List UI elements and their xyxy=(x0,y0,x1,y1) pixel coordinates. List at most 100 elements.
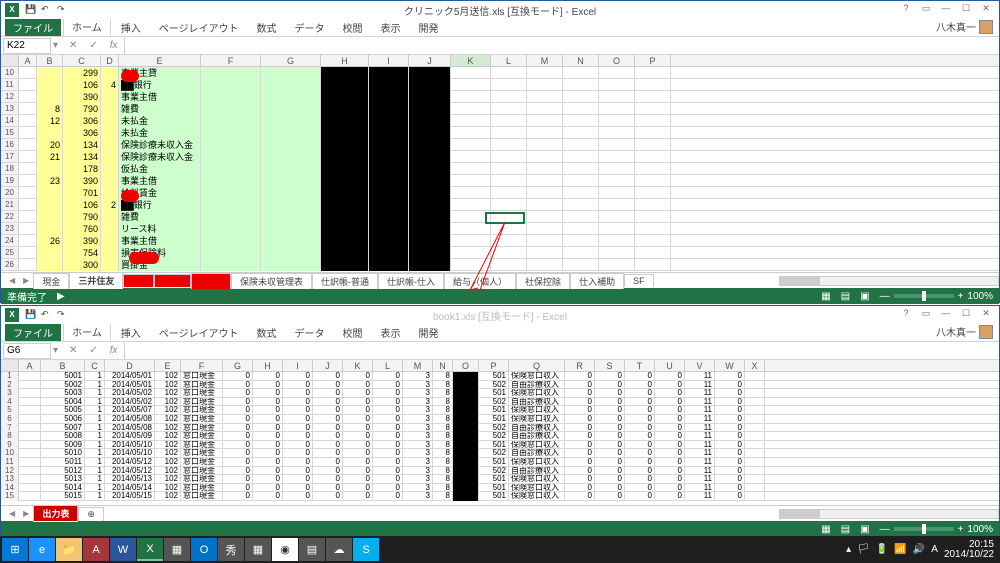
taskbar-explorer-icon[interactable]: 📁 xyxy=(56,538,82,561)
cell[interactable]: 2014/05/08 xyxy=(105,424,155,433)
cell[interactable]: 754 xyxy=(63,247,101,259)
cell[interactable] xyxy=(563,91,599,103)
cell[interactable]: 0 xyxy=(595,492,625,501)
cell[interactable] xyxy=(369,103,409,115)
cell[interactable]: 0 xyxy=(715,381,745,390)
cell[interactable]: 0 xyxy=(373,484,403,493)
cell[interactable] xyxy=(409,187,451,199)
cell[interactable] xyxy=(451,151,491,163)
cell[interactable]: 0 xyxy=(453,484,479,493)
maximize-icon[interactable]: ☐ xyxy=(957,308,975,322)
cell[interactable] xyxy=(635,187,671,199)
cell[interactable]: 306 xyxy=(63,115,101,127)
cell[interactable] xyxy=(563,223,599,235)
cell[interactable]: 自由診療収入 xyxy=(509,424,565,433)
cell[interactable]: 0 xyxy=(595,432,625,441)
cell[interactable] xyxy=(369,199,409,211)
cell[interactable]: 0 xyxy=(715,458,745,467)
cell[interactable] xyxy=(19,67,37,79)
cell[interactable] xyxy=(451,199,491,211)
cell[interactable]: 0 xyxy=(655,372,685,381)
cell[interactable] xyxy=(19,467,41,476)
taskbar-app-icon[interactable]: ▦ xyxy=(245,538,271,561)
cell[interactable] xyxy=(261,151,321,163)
cell[interactable] xyxy=(201,259,261,271)
cell[interactable] xyxy=(369,211,409,223)
cell[interactable] xyxy=(37,211,63,223)
cell[interactable]: 0 xyxy=(625,406,655,415)
cell[interactable]: 8 xyxy=(37,103,63,115)
cell[interactable]: 8 xyxy=(433,432,453,441)
cell[interactable] xyxy=(451,247,491,259)
cell[interactable]: 102 xyxy=(155,424,181,433)
cell[interactable] xyxy=(451,259,491,271)
cell[interactable] xyxy=(101,247,119,259)
col-header-O[interactable]: O xyxy=(453,360,479,371)
cell[interactable] xyxy=(527,259,563,271)
cell[interactable]: 0 xyxy=(655,449,685,458)
cell[interactable] xyxy=(635,247,671,259)
col-header-I[interactable]: I xyxy=(283,360,313,371)
cell[interactable]: 102 xyxy=(155,467,181,476)
taskbar-app-icon[interactable]: ▤ xyxy=(299,538,325,561)
cell[interactable] xyxy=(101,127,119,139)
cell[interactable]: 0 xyxy=(715,441,745,450)
cell[interactable] xyxy=(321,91,369,103)
cell[interactable] xyxy=(19,389,41,398)
cell[interactable]: 0 xyxy=(625,484,655,493)
cell[interactable] xyxy=(101,67,119,79)
cell[interactable]: 0 xyxy=(373,406,403,415)
row-header[interactable]: 13 xyxy=(1,103,19,114)
cell[interactable] xyxy=(491,103,527,115)
clock[interactable]: 20:152014/10/22 xyxy=(944,540,994,560)
cell[interactable]: 1 xyxy=(85,484,105,493)
cell[interactable]: 106 xyxy=(63,199,101,211)
cell[interactable]: 0 xyxy=(313,415,343,424)
cell[interactable] xyxy=(451,223,491,235)
col-header-N[interactable]: N xyxy=(433,360,453,371)
cell[interactable]: 保険窓口収入 xyxy=(509,484,565,493)
cell[interactable]: 0 xyxy=(343,415,373,424)
taskbar-app-icon[interactable]: 秀 xyxy=(218,538,244,561)
row-header[interactable]: 12 xyxy=(1,91,19,102)
tray-icon[interactable]: 🏳 xyxy=(857,544,870,555)
cell[interactable] xyxy=(409,79,451,91)
cell[interactable] xyxy=(635,235,671,247)
cell[interactable] xyxy=(491,187,527,199)
cell[interactable] xyxy=(635,211,671,223)
cell[interactable]: 102 xyxy=(155,458,181,467)
cell[interactable]: 0 xyxy=(283,467,313,476)
cell[interactable]: 11 xyxy=(685,415,715,424)
cell[interactable]: 8 xyxy=(433,458,453,467)
cell[interactable] xyxy=(563,247,599,259)
cell[interactable] xyxy=(491,115,527,127)
cell[interactable]: 8 xyxy=(433,398,453,407)
cell[interactable]: 0 xyxy=(313,398,343,407)
cell[interactable]: 0 xyxy=(453,441,479,450)
cell[interactable] xyxy=(599,139,635,151)
cell[interactable] xyxy=(369,175,409,187)
cell[interactable]: 0 xyxy=(313,372,343,381)
cell[interactable] xyxy=(261,199,321,211)
row-header[interactable]: 19 xyxy=(1,175,19,186)
cell[interactable] xyxy=(321,211,369,223)
cell[interactable]: 保険窓口収入 xyxy=(509,372,565,381)
cell[interactable]: 窓口現金 xyxy=(181,389,223,398)
cell[interactable] xyxy=(261,91,321,103)
cell[interactable]: 11 xyxy=(685,492,715,501)
cell[interactable] xyxy=(261,235,321,247)
cell[interactable]: 0 xyxy=(283,372,313,381)
cell[interactable] xyxy=(599,79,635,91)
cell[interactable] xyxy=(37,163,63,175)
cell[interactable] xyxy=(101,211,119,223)
col-header-B[interactable]: B xyxy=(37,55,63,66)
cell[interactable]: 11 xyxy=(685,406,715,415)
cell[interactable] xyxy=(19,223,37,235)
cell[interactable] xyxy=(409,211,451,223)
cell[interactable]: 502 xyxy=(479,381,509,390)
cell[interactable] xyxy=(527,115,563,127)
ribbon-toggle-icon[interactable]: ▭ xyxy=(917,308,935,322)
col-header-F[interactable]: F xyxy=(181,360,223,371)
cell[interactable]: 102 xyxy=(155,398,181,407)
cell[interactable] xyxy=(261,79,321,91)
